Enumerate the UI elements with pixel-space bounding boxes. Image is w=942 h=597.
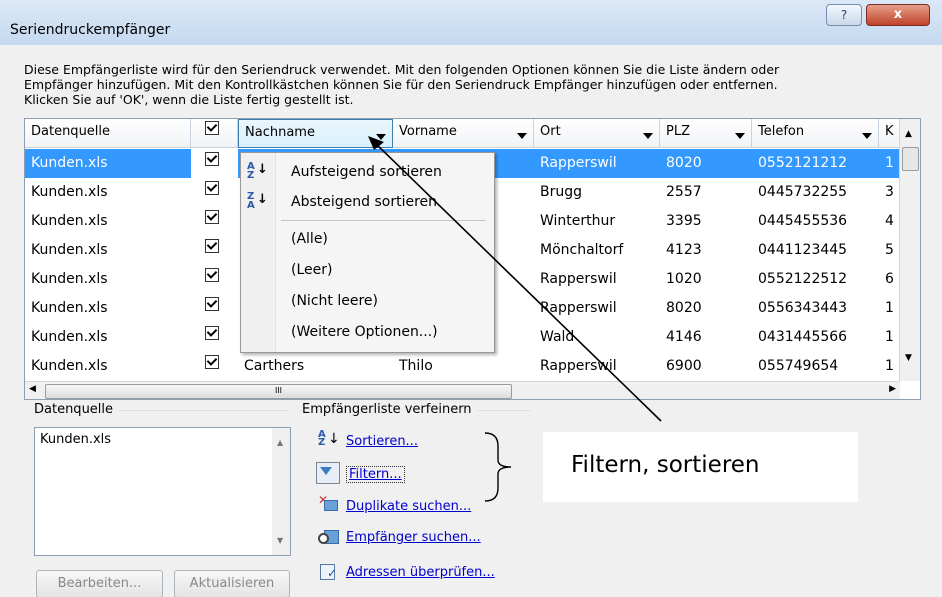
annotation-overlay bbox=[368, 136, 662, 502]
annotation-arrowhead bbox=[368, 136, 384, 150]
annotation-arrow-line bbox=[371, 139, 662, 422]
mail-merge-recipients-dialog: Seriendruckempfänger ? x Diese Empfänger… bbox=[0, 0, 942, 597]
annotation-curly-brace bbox=[484, 432, 512, 502]
